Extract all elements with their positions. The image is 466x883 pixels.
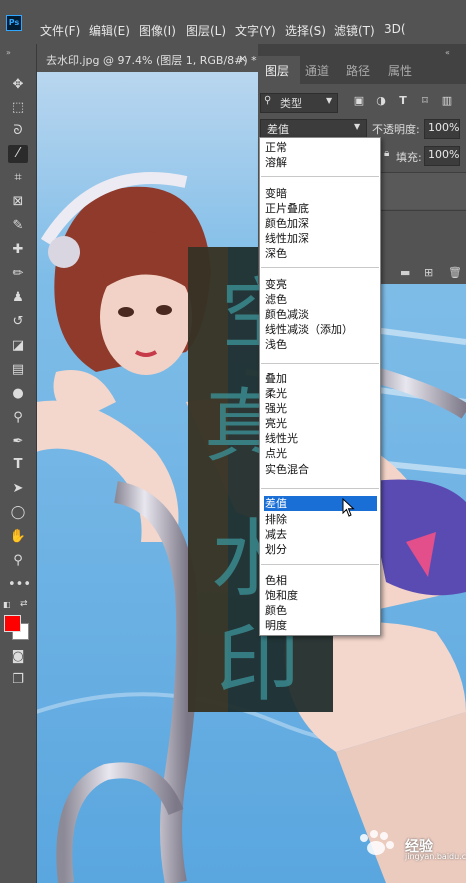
- type-filter-icon[interactable]: T: [396, 94, 410, 108]
- photoshop-logo[interactable]: Ps: [6, 15, 22, 31]
- pen-icon[interactable]: ✒: [8, 433, 28, 451]
- tab-paths[interactable]: 路径: [346, 62, 370, 79]
- blend-mode-value: 差值: [267, 123, 289, 136]
- collapse-icon[interactable]: «: [445, 48, 450, 57]
- layer-filter-label: 类型: [280, 97, 302, 110]
- adjustment-filter-icon[interactable]: ◑: [374, 94, 388, 108]
- brush-icon[interactable]: ✏: [8, 265, 28, 283]
- blend-option-hard-mix[interactable]: 实色混合: [264, 462, 377, 477]
- marquee-icon[interactable]: ⬚: [8, 99, 28, 117]
- blend-option-color-burn[interactable]: 颜色加深: [264, 216, 377, 231]
- chevron-down-icon: ▼: [354, 122, 361, 131]
- blend-option-subtract[interactable]: 减去: [264, 527, 377, 542]
- blend-option-linear-dodge[interactable]: 线性减淡（添加）: [264, 322, 377, 337]
- ellipse-icon[interactable]: ◯: [8, 504, 28, 522]
- blend-option-hard-light[interactable]: 强光: [264, 401, 377, 416]
- quick-mask-icon[interactable]: ◙: [8, 648, 28, 666]
- blend-option-overlay[interactable]: 叠加: [264, 371, 377, 386]
- fill-value: 100%: [428, 148, 460, 161]
- default-colors-icon[interactable]: ◧: [3, 600, 11, 609]
- chevron-down-icon: ▼: [326, 96, 333, 105]
- blend-option-hue[interactable]: 色相: [264, 573, 377, 588]
- tab-layers[interactable]: 图层: [265, 62, 289, 79]
- collapse-icon[interactable]: »: [6, 48, 11, 57]
- blend-option-soft-light[interactable]: 柔光: [264, 386, 377, 401]
- blend-option-vivid-light[interactable]: 亮光: [264, 416, 377, 431]
- menu-image[interactable]: 图像(I): [139, 22, 176, 39]
- tab-properties[interactable]: 属性: [388, 62, 412, 79]
- menu-type[interactable]: 文字(Y): [235, 22, 276, 39]
- stamp-icon[interactable]: ♟: [8, 289, 28, 307]
- menu-separator: [261, 488, 379, 489]
- menu-separator: [261, 363, 379, 364]
- opacity-value: 100%: [428, 121, 460, 134]
- magic-wand-icon[interactable]: ⁄: [8, 145, 28, 163]
- blend-option-luminosity[interactable]: 明度: [264, 618, 377, 633]
- screen-mode-icon[interactable]: ❐: [8, 671, 28, 689]
- new-layer-icon[interactable]: ⊞: [424, 266, 433, 279]
- menu-separator: [261, 564, 379, 565]
- blend-option-exclusion[interactable]: 排除: [264, 512, 377, 527]
- menu-layer[interactable]: 图层(L): [186, 22, 226, 39]
- document-tab-label: 去水印.jpg @ 97.4% (图层 1, RGB/8#) *: [46, 54, 257, 67]
- blur-icon[interactable]: ●: [8, 385, 28, 403]
- healing-brush-icon[interactable]: ✚: [8, 241, 28, 259]
- swap-colors-icon[interactable]: ⇄: [20, 599, 28, 609]
- new-group-icon[interactable]: ▬: [400, 266, 410, 279]
- blend-option-lighter-color[interactable]: 浅色: [264, 337, 377, 352]
- smart-object-filter-icon[interactable]: ▥: [440, 94, 454, 108]
- zoom-icon[interactable]: ⚲: [8, 552, 28, 570]
- foreground-color-swatch[interactable]: [4, 615, 21, 632]
- delete-layer-icon[interactable]: 🗑︎: [448, 266, 462, 279]
- layer-row[interactable]: [380, 210, 466, 247]
- menu-select[interactable]: 选择(S): [285, 22, 326, 39]
- menu-filter[interactable]: 滤镜(T): [334, 22, 375, 39]
- crop-icon[interactable]: ⌗: [8, 169, 28, 187]
- opacity-label: 不透明度:: [372, 123, 420, 136]
- blend-option-pin-light[interactable]: 点光: [264, 446, 377, 461]
- close-icon[interactable]: ×: [238, 52, 247, 65]
- blend-option-difference[interactable]: 差值: [264, 496, 377, 511]
- lock-icon[interactable]: 🔒︎: [384, 148, 389, 159]
- blend-option-saturation[interactable]: 饱和度: [264, 588, 377, 603]
- layer-row[interactable]: [380, 172, 466, 209]
- blend-option-color[interactable]: 颜色: [264, 603, 377, 618]
- blend-option-darken[interactable]: 变暗: [264, 186, 377, 201]
- blend-mode-menu: 正常 溶解 变暗 正片叠底 颜色加深 线性加深 深色 变亮 滤色 颜色减淡 线性…: [259, 137, 381, 636]
- lasso-icon[interactable]: ᘐ: [8, 122, 28, 140]
- dodge-icon[interactable]: ⚲: [8, 409, 28, 427]
- menu-separator: [261, 267, 379, 268]
- gradient-icon[interactable]: ▤: [8, 361, 28, 379]
- move-icon[interactable]: ✥: [8, 76, 28, 94]
- pixel-filter-icon[interactable]: ▣: [352, 94, 366, 108]
- site-watermark-url: jingyan.baidu.com: [405, 852, 466, 861]
- blend-option-multiply[interactable]: 正片叠底: [264, 201, 377, 216]
- shape-filter-icon[interactable]: ⌑: [418, 94, 432, 108]
- blend-option-linear-burn[interactable]: 线性加深: [264, 231, 377, 246]
- search-icon: ⚲: [264, 95, 272, 106]
- history-brush-icon[interactable]: ↺: [8, 313, 28, 331]
- more-icon[interactable]: •••: [8, 576, 31, 594]
- blend-option-darker-color[interactable]: 深色: [264, 246, 377, 261]
- blend-option-divide[interactable]: 划分: [264, 542, 377, 557]
- hand-icon[interactable]: ✋: [8, 528, 28, 546]
- menu-edit[interactable]: 编辑(E): [89, 22, 130, 39]
- blend-option-screen[interactable]: 滤色: [264, 292, 377, 307]
- blend-option-dissolve[interactable]: 溶解: [264, 155, 377, 170]
- mouse-cursor-icon: [342, 498, 355, 517]
- path-select-icon[interactable]: ➤: [8, 480, 28, 498]
- eyedropper-icon[interactable]: ✎: [8, 217, 28, 235]
- frame-icon[interactable]: ⊠: [8, 193, 28, 211]
- blend-option-linear-light[interactable]: 线性光: [264, 431, 377, 446]
- menu-file[interactable]: 文件(F): [40, 22, 80, 39]
- type-icon[interactable]: T: [8, 456, 28, 474]
- fill-label: 填充:: [396, 151, 422, 164]
- menu-separator: [261, 176, 379, 177]
- menu-3d[interactable]: 3D(: [384, 22, 406, 36]
- blend-option-normal[interactable]: 正常: [264, 140, 377, 155]
- tab-channels[interactable]: 通道: [305, 62, 329, 79]
- blend-option-color-dodge[interactable]: 颜色减淡: [264, 307, 377, 322]
- blend-option-lighten[interactable]: 变亮: [264, 277, 377, 292]
- eraser-icon[interactable]: ◪: [8, 337, 28, 355]
